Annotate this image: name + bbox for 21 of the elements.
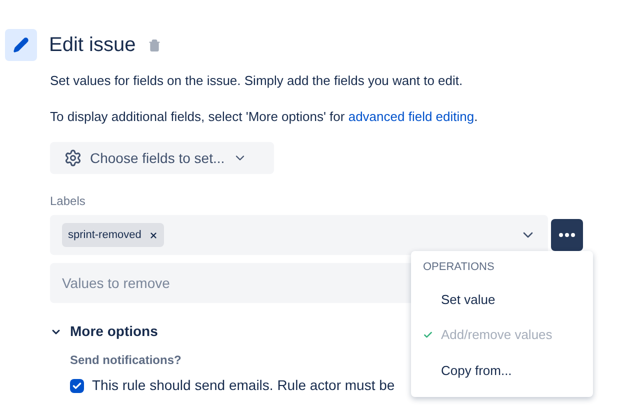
- ellipsis-icon: [559, 233, 575, 237]
- remove-tag-icon[interactable]: [149, 230, 158, 240]
- more-options-toggle[interactable]: More options: [70, 321, 158, 342]
- checkmark-icon: [423, 330, 433, 340]
- checkbox-label: This rule should send emails. Rule actor must be: [92, 376, 395, 395]
- menu-item[interactable]: Copy from...: [411, 353, 593, 389]
- description-text: Set values for fields on the issue. Simply add the fields you want to edit.: [50, 72, 464, 90]
- checkbox[interactable]: [70, 378, 84, 392]
- tag-text: sprint-removed: [68, 228, 142, 243]
- choose-fields-button[interactable]: Choose fields to set...: [50, 142, 274, 174]
- field-label: Labels: [50, 193, 86, 210]
- more-actions-button[interactable]: [551, 219, 583, 251]
- checkmark-icon: [72, 380, 82, 390]
- description-text: To display additional fields, select 'More options' for advanced field editing.: [50, 108, 479, 126]
- pencil-icon: [13, 37, 29, 53]
- field-label: Send notifications?: [70, 352, 182, 369]
- gear-icon: [64, 149, 82, 167]
- advanced-editing-link[interactable]: advanced field editing: [348, 109, 474, 124]
- menu-heading: OPERATIONS: [422, 260, 496, 275]
- labels-field[interactable]: sprint-removed: [50, 215, 548, 255]
- section-title: Edit issue: [49, 33, 136, 57]
